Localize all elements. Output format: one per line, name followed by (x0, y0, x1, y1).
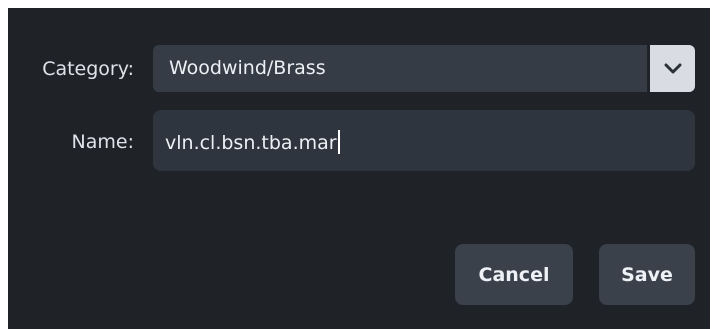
name-field-value: vln.cl.bsn.tba.mar (165, 130, 340, 154)
name-label: Name: (71, 131, 134, 153)
name-field[interactable]: vln.cl.bsn.tba.mar (153, 110, 695, 171)
category-dropdown-button[interactable] (650, 45, 695, 92)
text-caret (337, 130, 340, 154)
name-field-text: vln.cl.bsn.tba.mar (165, 132, 337, 154)
chevron-down-icon (664, 63, 681, 73)
save-button[interactable]: Save (599, 244, 695, 305)
category-select-value: Woodwind/Brass (169, 57, 326, 79)
cancel-button[interactable]: Cancel (455, 244, 573, 305)
category-select[interactable]: Woodwind/Brass (153, 45, 695, 92)
save-preset-dialog: Category: Woodwind/Brass Name: vln.cl.bs… (8, 8, 710, 329)
category-label: Category: (42, 58, 134, 80)
